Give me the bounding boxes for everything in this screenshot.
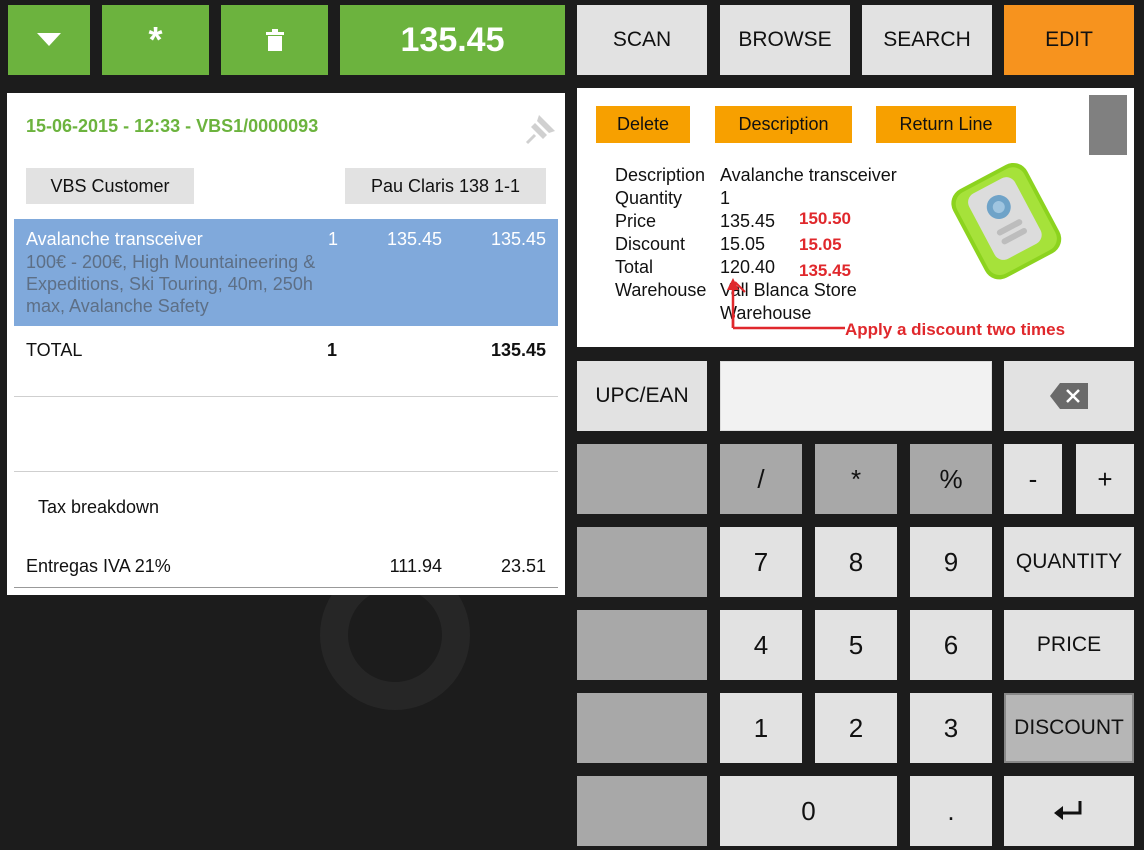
caret-down-icon <box>37 33 61 46</box>
prop-label-quantity: Quantity <box>615 188 683 208</box>
key-8[interactable]: 8 <box>815 527 897 597</box>
tax-breakdown-title: Tax breakdown <box>38 497 160 517</box>
ticket-total-button[interactable]: 135.45 <box>340 5 565 75</box>
backspace-icon <box>1050 383 1088 409</box>
asterisk-icon: * <box>148 19 163 60</box>
keypad-blank <box>577 693 707 763</box>
keypad-blank <box>577 444 707 514</box>
tab-search[interactable]: SEARCH <box>862 5 992 75</box>
prop-label-warehouse: Warehouse <box>615 280 707 300</box>
prop-label-discount: Discount <box>615 234 686 254</box>
total-value: 135.45 <box>490 340 546 360</box>
product-image <box>951 162 1062 280</box>
price-button[interactable]: PRICE <box>1004 610 1134 680</box>
divider <box>14 396 558 397</box>
ticket-panel: 15-06-2015 - 12:33 - VBS1/0000093 VBS Cu… <box>7 93 565 595</box>
key-6[interactable]: 6 <box>910 610 992 680</box>
divider <box>14 587 558 588</box>
tab-edit[interactable]: EDIT <box>1004 5 1134 75</box>
prop-value-quantity: 1 <box>720 188 731 208</box>
key-percent[interactable]: % <box>910 444 992 514</box>
key-9[interactable]: 9 <box>910 527 992 597</box>
key-3[interactable]: 3 <box>910 693 992 763</box>
key-2[interactable]: 2 <box>815 693 897 763</box>
tab-scan[interactable]: SCAN <box>577 5 707 75</box>
keypad-blank <box>577 776 707 846</box>
key-0[interactable]: 0 <box>720 776 897 846</box>
scrollbar-thumb[interactable] <box>1089 95 1127 155</box>
prop-label-price: Price <box>615 211 657 231</box>
line-price: 135.45 <box>386 229 442 249</box>
key-plus[interactable]: + <box>1076 444 1134 514</box>
new-ticket-button[interactable]: * <box>102 5 209 75</box>
prop-value-price: 135.45 <box>720 211 776 231</box>
upc-ean-button[interactable]: UPC/EAN <box>577 361 707 431</box>
customer-button[interactable]: VBS Customer <box>26 168 194 204</box>
line-quantity: 1 <box>328 229 339 249</box>
pin-icon[interactable] <box>525 111 559 145</box>
prop-label-description: Description <box>615 165 706 185</box>
ticket-line-selected[interactable]: Avalanche transceiver 1 135.45 135.45 10… <box>14 219 558 326</box>
backspace-button[interactable] <box>1004 361 1134 431</box>
key-7[interactable]: 7 <box>720 527 802 597</box>
return-line-button[interactable]: Return Line <box>876 106 1016 143</box>
keypad-blank <box>577 610 707 680</box>
tax-amount: 23.51 <box>500 556 546 576</box>
key-decimal[interactable]: . <box>910 776 992 846</box>
line-product-name: Avalanche transceiver <box>26 229 203 249</box>
key-4[interactable]: 4 <box>720 610 802 680</box>
key-multiply[interactable]: * <box>815 444 897 514</box>
ticket-header: 15-06-2015 - 12:33 - VBS1/0000093 <box>26 116 319 136</box>
key-5[interactable]: 5 <box>815 610 897 680</box>
trash-icon <box>265 29 284 51</box>
annotation-arrow <box>727 278 845 330</box>
description-button[interactable]: Description <box>715 106 852 143</box>
location-button[interactable]: Pau Claris 138 1-1 <box>345 168 546 204</box>
delete-line-button[interactable]: Delete <box>596 106 690 143</box>
tab-browse[interactable]: BROWSE <box>720 5 850 75</box>
prop-value-discount: 15.05 <box>720 234 766 254</box>
enter-icon <box>1054 801 1082 820</box>
keypad-input[interactable] <box>720 361 992 431</box>
tax-base: 111.94 <box>389 556 442 576</box>
edit-line-panel: Delete Description Return Line Descripti… <box>577 88 1134 347</box>
key-1[interactable]: 1 <box>720 693 802 763</box>
discount-button[interactable]: DISCOUNT <box>1004 693 1134 763</box>
key-minus[interactable]: - <box>1004 444 1062 514</box>
annotation-note: Apply a discount two times <box>845 320 1066 339</box>
prop-label-total: Total <box>615 257 654 277</box>
delete-ticket-button[interactable] <box>221 5 328 75</box>
keypad-blank <box>577 527 707 597</box>
menu-dropdown-button[interactable] <box>8 5 90 75</box>
total-label: TOTAL <box>26 340 83 360</box>
line-detail: 100€ - 200€, High Mountaineering & Exped… <box>26 252 316 316</box>
divider <box>14 471 558 472</box>
line-total: 135.45 <box>490 229 546 249</box>
key-divide[interactable]: / <box>720 444 802 514</box>
prop-value-description: Avalanche transceiver <box>720 165 897 185</box>
enter-button[interactable] <box>1004 776 1134 846</box>
annotation-price: 150.50 <box>799 209 851 228</box>
total-quantity: 1 <box>327 340 338 360</box>
annotation-discount: 15.05 <box>799 235 842 254</box>
quantity-button[interactable]: QUANTITY <box>1004 527 1134 597</box>
tax-name: Entregas IVA 21% <box>26 556 171 576</box>
